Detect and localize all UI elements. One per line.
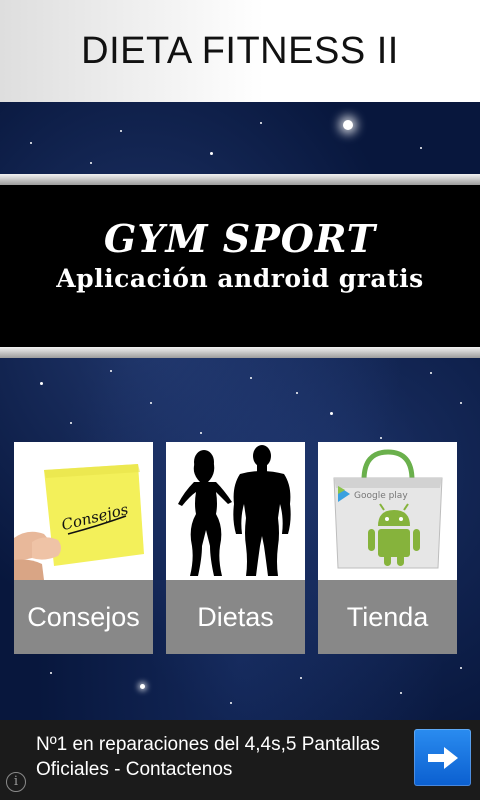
banner-subtitle: Aplicación android gratis xyxy=(56,264,424,293)
tile-label-consejos: Consejos xyxy=(14,580,153,654)
title-bar: DIETA FITNESS II xyxy=(0,0,480,102)
tile-tienda[interactable]: Google play Tienda xyxy=(318,442,457,654)
tile-label-tienda: Tienda xyxy=(318,580,457,654)
ad-info-icon[interactable]: i xyxy=(6,772,26,792)
banner-top-stripe xyxy=(0,174,480,185)
fitness-silhouettes-icon xyxy=(166,442,305,580)
ad-text[interactable]: Nº1 en reparaciones del 4,4s,5 Pantallas… xyxy=(36,732,406,782)
banner-bottom-stripe xyxy=(0,347,480,358)
sticky-note-hand-icon: Consejos xyxy=(14,442,153,580)
ad-banner[interactable]: Nº1 en reparaciones del 4,4s,5 Pantallas… xyxy=(0,720,480,800)
promo-banner[interactable]: GYM SPORT Aplicación android gratis xyxy=(0,174,480,358)
tile-dietas[interactable]: Dietas xyxy=(166,442,305,654)
tile-art-tienda-text: Google play xyxy=(354,491,408,501)
app-title: DIETA FITNESS II xyxy=(81,29,399,72)
tile-label-dietas: Dietas xyxy=(166,580,305,654)
google-play-bag-icon: Google play xyxy=(318,442,457,580)
tile-consejos[interactable]: Consejos Consejos xyxy=(14,442,153,654)
banner-title: GYM SPORT xyxy=(103,216,377,261)
menu-tiles: Consejos Consejos Dietas Google play Tie… xyxy=(14,442,458,654)
arrow-right-icon[interactable] xyxy=(414,729,471,786)
